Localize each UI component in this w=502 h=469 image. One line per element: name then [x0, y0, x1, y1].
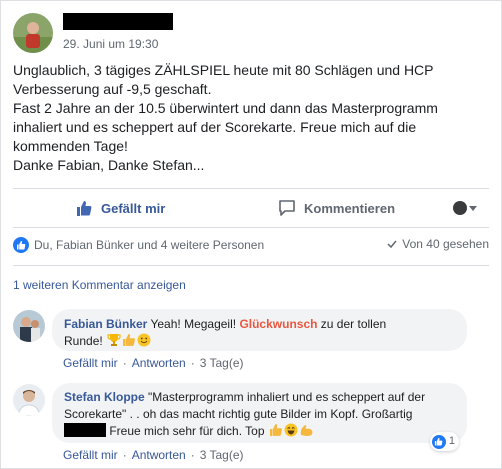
- caret-down-icon: [469, 205, 477, 211]
- commenter-avatar[interactable]: [13, 384, 45, 416]
- comment-text: Runde!: [64, 334, 103, 348]
- post-timestamp[interactable]: 29. Juni um 19:30: [63, 37, 158, 51]
- poster-avatar[interactable]: [13, 13, 53, 53]
- divider: [13, 265, 489, 266]
- eye-icon: [386, 238, 398, 250]
- muscle-emoji: [299, 423, 313, 437]
- seen-by[interactable]: Von 40 gesehen: [386, 237, 489, 251]
- comment-age[interactable]: 3 Tag(e): [200, 448, 244, 462]
- comment-button[interactable]: Kommentieren: [278, 189, 395, 227]
- redacted-text: [64, 423, 106, 437]
- comment-bubble: Stefan Kloppe "Masterprogramm inhaliert …: [52, 383, 467, 451]
- laugh-emoji: [284, 423, 298, 437]
- thumbs-up-emoji: [122, 333, 136, 347]
- audience-selector[interactable]: [453, 189, 477, 227]
- thumbs-up-icon: [75, 199, 93, 217]
- post-line: Verbesserung auf -9,5 geschaft.: [13, 81, 212, 97]
- post-line: inhaliert und es scheppert auf der Score…: [13, 119, 417, 135]
- post-card: 29. Juni um 19:30 Unglaublich, 3 tägiges…: [0, 0, 502, 469]
- reaction-count: 1: [448, 435, 455, 447]
- comment-age[interactable]: 3 Tag(e): [200, 356, 244, 370]
- comment-reaction-count[interactable]: 1: [429, 432, 459, 451]
- separator: ·: [122, 448, 127, 462]
- smile-emoji: [137, 333, 151, 347]
- commenter-avatar[interactable]: [13, 310, 45, 342]
- post-line: Unglaublich, 3 tägiges ZÄHLSPIEL heute m…: [13, 62, 434, 78]
- post-line: kommenden Tage!: [13, 138, 128, 154]
- thumbs-up-emoji: [269, 423, 283, 437]
- comment-label: Kommentieren: [304, 200, 396, 216]
- comment-highlight: Glückwunsch: [239, 317, 318, 331]
- seen-label: Von 40 gesehen: [402, 237, 489, 251]
- separator: ·: [190, 356, 195, 370]
- thumbs-up-icon: [431, 434, 446, 449]
- comment-meta: Gefällt mir · Antworten · 3 Tag(e): [63, 448, 244, 462]
- separator: ·: [190, 448, 195, 462]
- reactors-label: Du, Fabian Bünker und 4 weitere Personen: [34, 238, 265, 252]
- comment-reply-link[interactable]: Antworten: [132, 448, 186, 462]
- thumbs-up-icon: [13, 237, 29, 253]
- comment-like-link[interactable]: Gefällt mir: [63, 356, 118, 370]
- comment-meta: Gefällt mir · Antworten · 3 Tag(e): [63, 356, 244, 370]
- like-label: Gefällt mir: [101, 200, 166, 216]
- avatar-small-icon: [453, 201, 467, 215]
- comment-author[interactable]: Stefan Kloppe: [64, 390, 145, 404]
- like-button[interactable]: Gefällt mir: [75, 189, 165, 227]
- comment-icon: [278, 199, 296, 217]
- reactors[interactable]: Du, Fabian Bünker und 4 weitere Personen: [13, 237, 264, 253]
- comment-text: Freue mich sehr für dich. Top: [106, 424, 265, 438]
- action-bar: Gefällt mir Kommentieren: [13, 188, 489, 228]
- trophy-emoji: [107, 333, 121, 347]
- comment-text: Scorekarte" . . oh das macht richtig gut…: [64, 407, 413, 421]
- post-text: Unglaublich, 3 tägiges ZÄHLSPIEL heute m…: [13, 61, 489, 175]
- comment-bubble: Fabian Bünker Yeah! Megageil! Glückwunsc…: [52, 309, 467, 351]
- show-more-comments-link[interactable]: 1 weiteren Kommentar anzeigen: [13, 278, 186, 292]
- post-line: Fast 2 Jahre an der 10.5 überwintert und…: [13, 100, 438, 116]
- comment-text: "Masterprogramm inhaliert und es scheppe…: [144, 390, 426, 404]
- reaction-summary: Du, Fabian Bünker und 4 weitere Personen…: [13, 237, 489, 257]
- comment-reply-link[interactable]: Antworten: [132, 356, 186, 370]
- poster-name-redacted: [63, 13, 173, 30]
- comment-author[interactable]: Fabian Bünker: [64, 317, 147, 331]
- separator: ·: [122, 356, 127, 370]
- comment-like-link[interactable]: Gefällt mir: [63, 448, 118, 462]
- post-options[interactable]: [471, 15, 491, 29]
- post-line: Danke Fabian, Danke Stefan...: [13, 157, 205, 173]
- comment-text: zu der tollen: [317, 317, 387, 331]
- comment-text: Yeah! Megageil!: [147, 317, 240, 331]
